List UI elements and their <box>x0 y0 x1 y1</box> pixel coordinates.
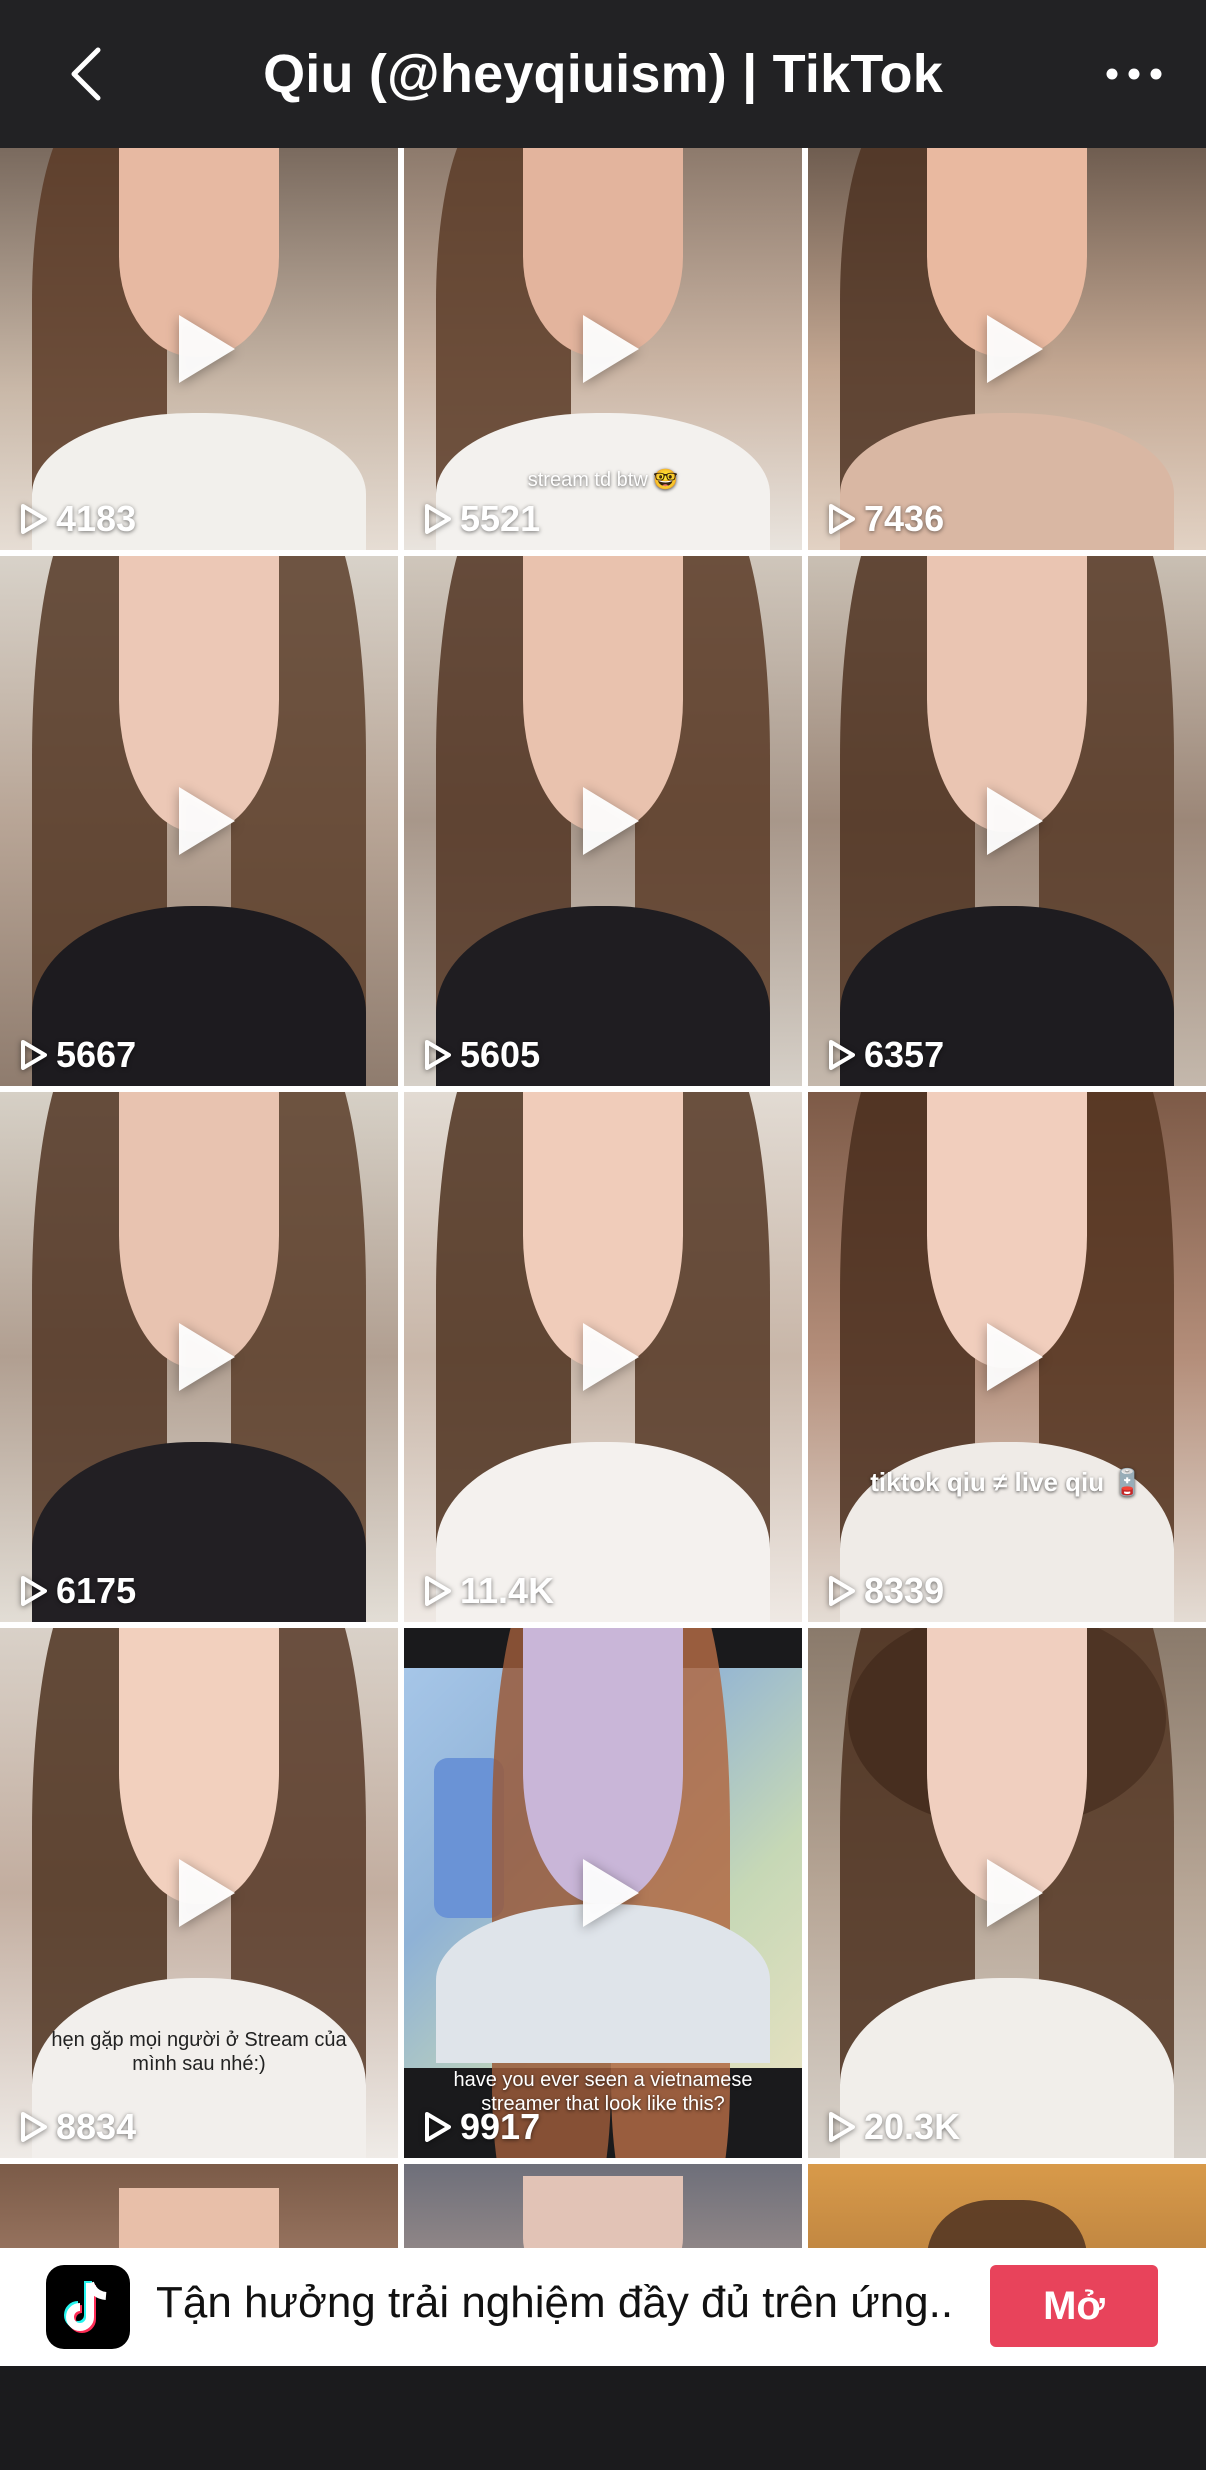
view-count: 20.3K <box>828 2106 960 2148</box>
play-icon <box>179 787 235 855</box>
video-tile[interactable]: tiktok qiu ≠ live qiu 🪫 8339 <box>808 1092 1206 1622</box>
view-count: 8339 <box>828 1570 944 1612</box>
video-tile[interactable]: 6175 <box>0 1092 398 1622</box>
chevron-left-icon <box>71 47 101 101</box>
play-outline-icon <box>21 2112 47 2142</box>
play-outline-icon <box>829 504 855 534</box>
view-count: 9917 <box>424 2106 540 2148</box>
play-icon <box>987 1323 1043 1391</box>
video-tile[interactable]: 20.3K <box>808 1628 1206 2158</box>
play-outline-icon <box>425 2112 451 2142</box>
play-outline-icon <box>829 1576 855 1606</box>
video-tile[interactable]: hẹn gặp mọi người ở Stream của mình sau … <box>0 1628 398 2158</box>
view-count-text: 5605 <box>460 1034 541 1075</box>
video-grid: 4183 stream td btw 🤓 5521 7436 5667 5605… <box>0 148 1206 2248</box>
play-outline-icon <box>425 1040 451 1070</box>
more-horizontal-icon <box>1106 68 1162 80</box>
view-count-text: 8834 <box>56 2106 137 2147</box>
view-count-text: 6357 <box>864 1034 945 1075</box>
page-title: Qiu (@heyqiuism) | TikTok <box>263 44 943 104</box>
video-tile[interactable]: 7436 <box>808 148 1206 550</box>
play-outline-icon <box>829 2112 855 2142</box>
open-app-banner: Tận hưởng trải nghiệm đầy đủ trên ứng...… <box>0 2248 1206 2366</box>
video-tile[interactable]: 6357 <box>808 556 1206 1086</box>
video-tile[interactable] <box>0 2164 398 2248</box>
play-outline-icon <box>425 504 451 534</box>
open-app-button[interactable]: Mở <box>990 2265 1158 2347</box>
play-outline-icon <box>21 1040 47 1070</box>
view-count: 11.4K <box>424 1570 554 1612</box>
play-icon <box>987 1859 1043 1927</box>
view-count: 5521 <box>424 498 540 540</box>
video-tile[interactable]: stream td btw 🤓 5521 <box>404 148 802 550</box>
view-count-text: 9917 <box>460 2106 541 2147</box>
video-caption: tiktok qiu ≠ live qiu 🪫 <box>870 1467 1144 1497</box>
play-icon <box>179 315 235 383</box>
play-icon <box>987 787 1043 855</box>
video-tile[interactable]: 5605 <box>404 556 802 1086</box>
video-caption: hẹn gặp mọi người ở Stream của mình sau … <box>51 2029 347 2075</box>
view-count: 7436 <box>828 498 944 540</box>
video-tile[interactable]: 5667 <box>0 556 398 1086</box>
view-count: 6175 <box>20 1570 136 1612</box>
play-icon <box>583 1323 639 1391</box>
video-tile[interactable] <box>808 2164 1206 2248</box>
back-button[interactable] <box>58 46 114 102</box>
play-icon <box>583 787 639 855</box>
video-caption: stream td btw 🤓 <box>527 469 679 491</box>
play-icon <box>987 315 1043 383</box>
view-count-text: 11.4K <box>460 1570 555 1611</box>
view-count-text: 20.3K <box>864 2106 961 2147</box>
view-count: 6357 <box>828 1034 944 1076</box>
play-outline-icon <box>425 1576 451 1606</box>
play-icon <box>179 1859 235 1927</box>
view-count-text: 5667 <box>56 1034 137 1075</box>
tiktok-logo-icon <box>46 2265 130 2349</box>
play-outline-icon <box>21 1576 47 1606</box>
video-tile[interactable] <box>404 2164 802 2248</box>
play-outline-icon <box>829 1040 855 1070</box>
view-count: 5605 <box>424 1034 540 1076</box>
view-count-text: 5521 <box>460 498 541 539</box>
video-tile[interactable]: 4183 <box>0 148 398 550</box>
view-count-text: 6175 <box>56 1570 137 1611</box>
more-options-button[interactable] <box>1098 50 1170 98</box>
browser-bottom-bar <box>0 2366 1206 2470</box>
banner-message: Tận hưởng trải nghiệm đầy đủ trên ứng... <box>156 2278 956 2327</box>
header-bar: Qiu (@heyqiuism) | TikTok <box>0 0 1206 148</box>
video-tile[interactable]: 11.4K <box>404 1092 802 1622</box>
play-icon <box>583 1859 639 1927</box>
video-tile[interactable]: have you ever seen a vietnamese streamer… <box>404 1628 802 2158</box>
view-count-text: 8339 <box>864 1570 945 1611</box>
play-icon <box>583 315 639 383</box>
view-count: 4183 <box>20 498 136 540</box>
play-icon <box>179 1323 235 1391</box>
view-count-text: 7436 <box>864 498 945 539</box>
play-outline-icon <box>21 504 47 534</box>
view-count: 8834 <box>20 2106 136 2148</box>
view-count-text: 4183 <box>56 498 137 539</box>
view-count: 5667 <box>20 1034 136 1076</box>
